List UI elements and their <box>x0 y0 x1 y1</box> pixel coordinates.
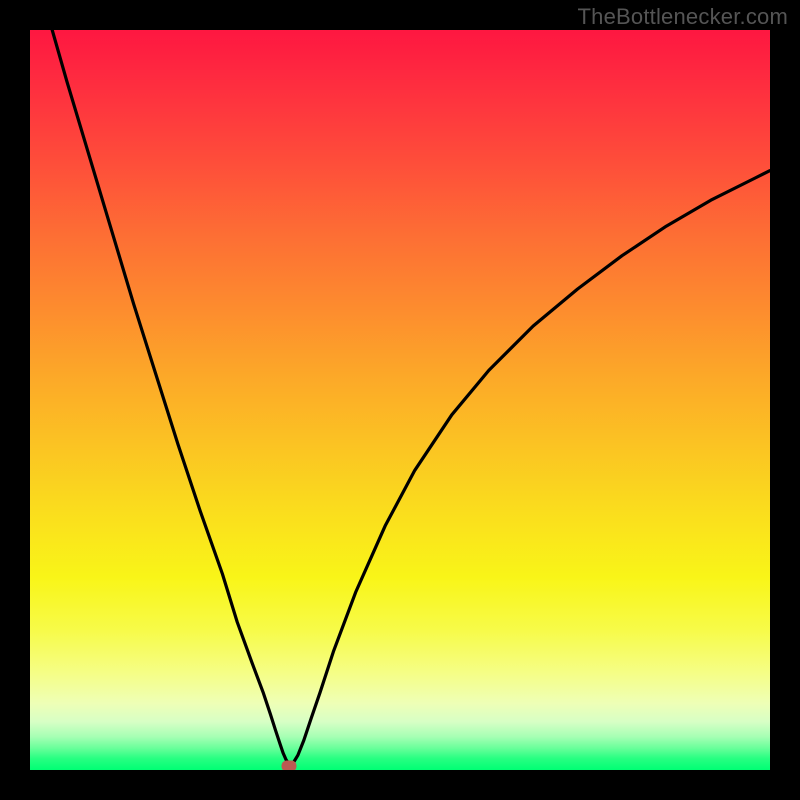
plot-area <box>30 30 770 770</box>
minimum-marker <box>282 760 297 770</box>
curve-path <box>52 30 770 764</box>
bottleneck-curve <box>30 30 770 770</box>
chart-frame: TheBottlenecker.com <box>0 0 800 800</box>
watermark-text: TheBottlenecker.com <box>578 4 788 30</box>
